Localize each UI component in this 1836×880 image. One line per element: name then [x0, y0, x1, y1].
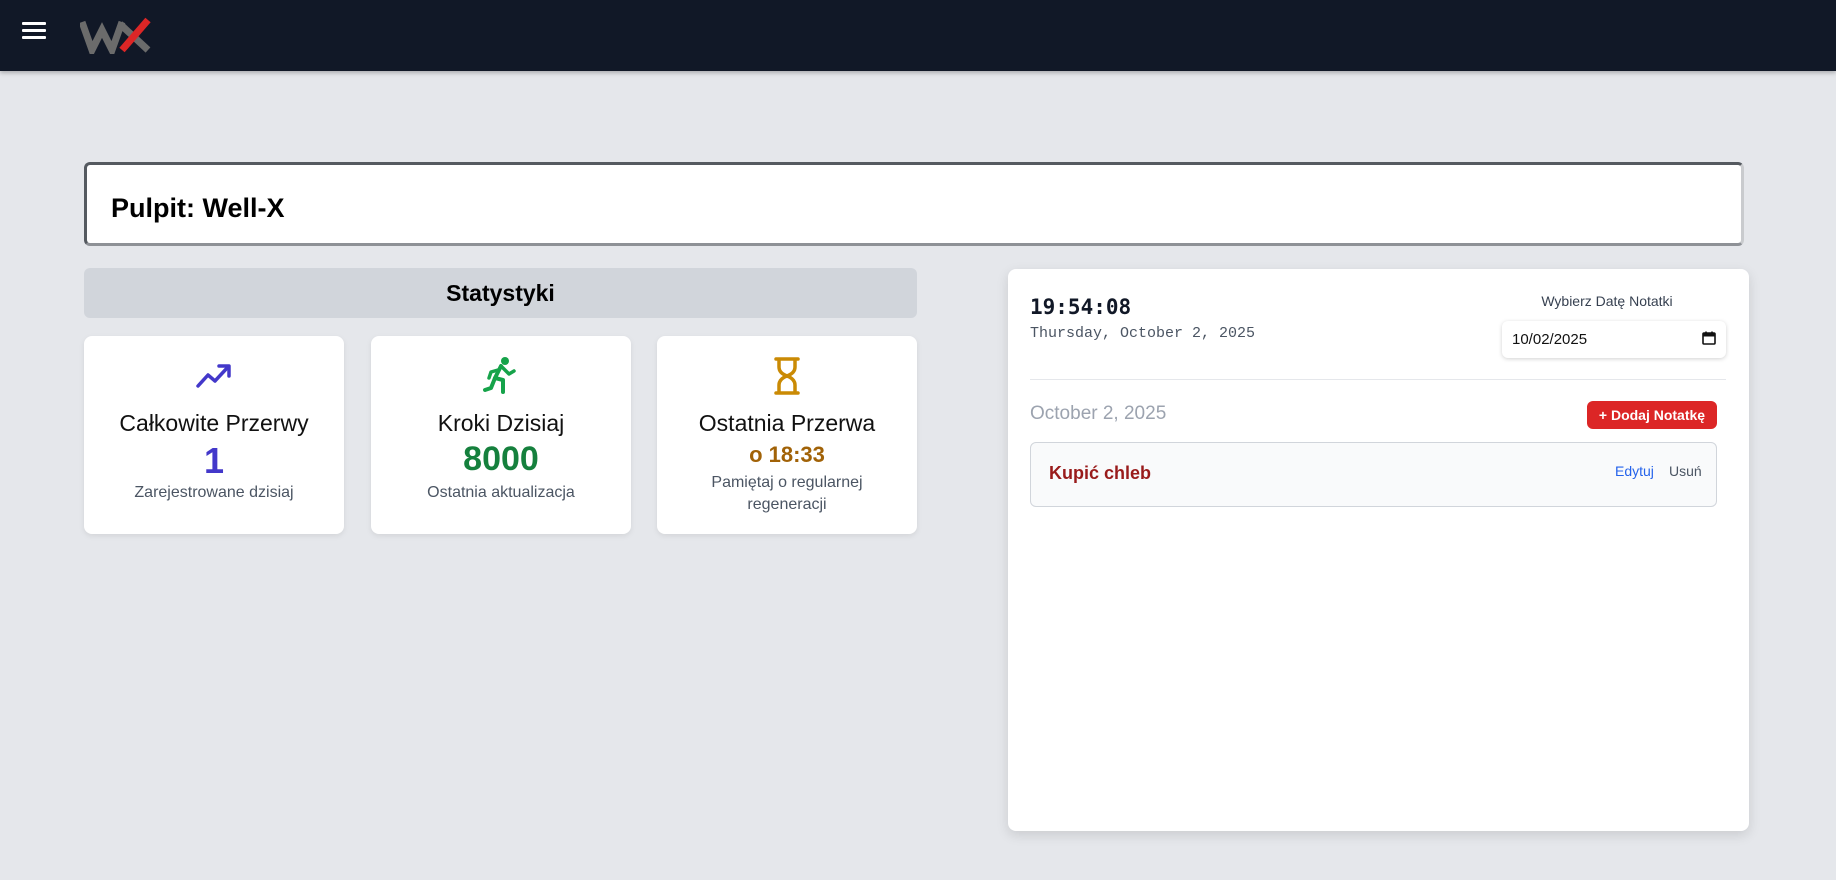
add-note-button[interactable]: + Dodaj Notatkę [1587, 401, 1717, 429]
page-title: Pulpit: Well-X [111, 193, 285, 223]
selected-date-heading: October 2, 2025 [1030, 403, 1167, 424]
calendar-icon[interactable] [1702, 331, 1716, 349]
notes-panel: 19:54:08 Thursday, October 2, 2025 Wybie… [1008, 269, 1749, 831]
trending-up-icon [84, 356, 344, 396]
card-subtitle: Zarejestrowane dzisiaj [134, 484, 294, 501]
card-subtitle: Ostatnia aktualizacja [427, 484, 575, 501]
note-date-input[interactable]: 10/02/2025 [1502, 321, 1726, 358]
hourglass-icon [657, 356, 917, 396]
wellx-logo[interactable] [78, 16, 152, 59]
stat-card-steps-today: Kroki Dzisiaj 8000 Ostatnia aktualizacja [371, 336, 631, 534]
note-item: Kupić chleb Edytuj Usuń [1030, 442, 1717, 507]
clock-time: 19:54:08 [1030, 295, 1132, 319]
top-navbar [0, 0, 1836, 71]
delete-note-link[interactable]: Usuń [1669, 463, 1702, 479]
card-title: Kroki Dzisiaj [437, 410, 565, 436]
note-title: Kupić chleb [1049, 463, 1152, 483]
stat-card-last-break: Ostatnia Przerwa o 18:33 Pamiętaj o regu… [657, 336, 917, 534]
hamburger-menu-icon[interactable] [22, 22, 46, 42]
stats-heading: Statystyki [84, 268, 917, 318]
card-value: 8000 [463, 440, 539, 478]
current-date: Thursday, October 2, 2025 [1030, 325, 1256, 342]
card-value: 1 [203, 440, 225, 481]
card-value: o 18:33 [749, 442, 825, 467]
card-title: Ostatnia Przerwa [698, 410, 876, 436]
card-subtitle: Pamiętaj o regularnej regeneracji [711, 474, 863, 513]
date-picker-label: Wybierz Datę Notatki [1541, 293, 1673, 309]
running-person-icon [371, 356, 631, 396]
date-input-value: 10/02/2025 [1512, 331, 1588, 348]
edit-note-link[interactable]: Edytuj [1615, 463, 1654, 479]
panel-divider [1030, 379, 1726, 380]
page-title-box: Pulpit: Well-X [84, 162, 1744, 246]
stat-card-total-breaks: Całkowite Przerwy 1 Zarejestrowane dzisi… [84, 336, 344, 534]
card-title: Całkowite Przerwy [119, 410, 309, 436]
